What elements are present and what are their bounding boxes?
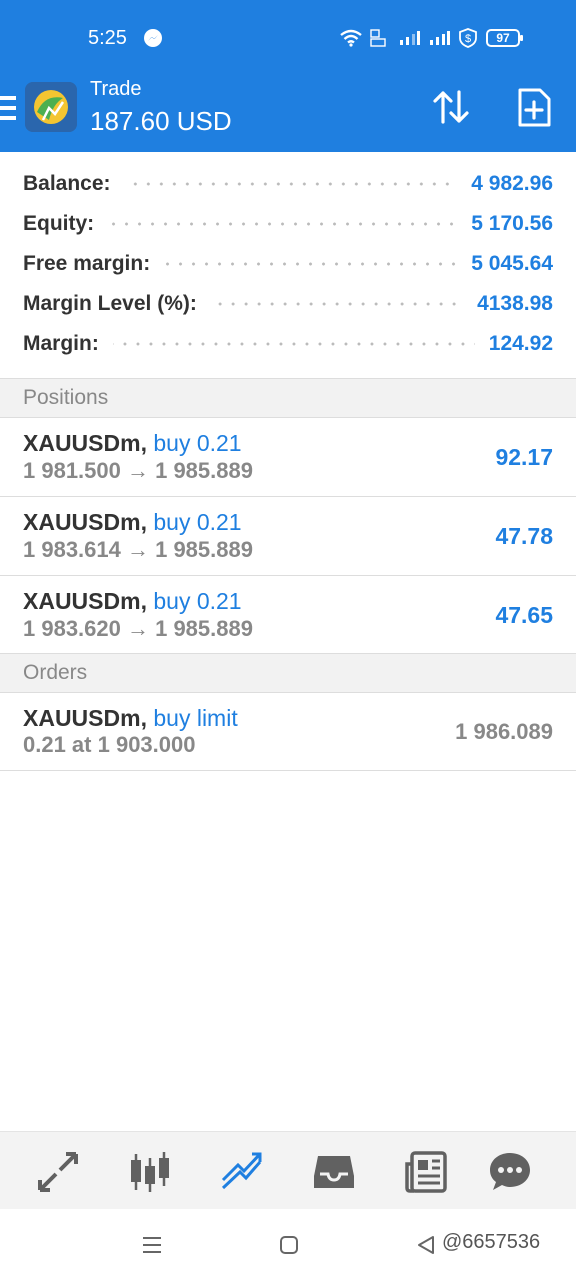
app-logo [25,82,77,132]
menu-icon[interactable] [0,96,16,120]
symbol-name: XAUUSDm, [23,430,147,456]
messages-icon[interactable] [488,1150,532,1194]
position-type: buy 0.21 [153,509,242,535]
home-icon[interactable] [279,1235,299,1255]
account-summary: Balance: 4 982.96 Equity: 5 170.56 Free … [0,152,576,378]
summary-value: 5 045.64 [471,252,553,275]
summary-row-margin: Margin: 124.92 [0,324,576,364]
orders-header: Orders [0,653,576,693]
history-icon[interactable] [312,1150,356,1194]
summary-value: 124.92 [488,332,553,355]
summary-label: Margin Level (%): [23,292,197,315]
position-profit: 47.65 [495,602,553,628]
symbol-name: XAUUSDm, [23,509,147,535]
dotted-leader [164,261,458,267]
bottom-nav [0,1131,576,1209]
symbol-name: XAUUSDm, [23,588,147,614]
position-symbol: XAUUSDm, buy 0.21 [23,588,242,615]
quotes-icon[interactable] [36,1150,80,1194]
summary-row-balance: Balance: 4 982.96 [0,164,576,204]
trade-icon[interactable] [220,1150,264,1194]
news-icon[interactable] [404,1150,448,1194]
sort-icon[interactable] [432,88,470,126]
status-bar: 5:25 $ 97 [0,0,576,76]
positions-header: Positions [0,378,576,418]
position-prices: 1 983.614 → 1 985.889 [23,537,253,562]
status-icons: $ 97 [340,28,523,48]
summary-label: Margin: [23,332,99,355]
summary-row-equity: Equity: 5 170.56 [0,204,576,244]
wifi-icon [340,29,362,47]
position-symbol: XAUUSDm, buy 0.21 [23,509,242,536]
signal-icon-1 [400,31,420,45]
dotted-leader [124,181,458,187]
position-profit: 92.17 [495,444,553,470]
position-prices: 1 981.500 → 1 985.889 [23,458,253,483]
volte-icon [370,29,386,47]
messenger-icon [144,29,162,47]
summary-label: Balance: [23,172,111,195]
order-current-price: 1 986.089 [455,719,553,744]
position-row[interactable]: XAUUSDm, buy 0.21 1 981.500 → 1 985.889 … [0,418,576,497]
svg-text:$: $ [465,33,471,45]
new-order-icon[interactable] [516,88,552,128]
dotted-leader [210,301,464,307]
recents-icon[interactable] [142,1235,162,1255]
back-icon[interactable] [416,1235,436,1255]
signal-icon-2 [430,31,450,45]
order-symbol: XAUUSDm, buy limit [23,705,238,732]
position-prices: 1 983.620 → 1 985.889 [23,616,253,641]
position-row[interactable]: XAUUSDm, buy 0.21 1 983.614 → 1 985.889 … [0,497,576,576]
position-symbol: XAUUSDm, buy 0.21 [23,430,242,457]
battery-icon: 97 [486,29,523,47]
position-row[interactable]: XAUUSDm, buy 0.21 1 983.620 → 1 985.889 … [0,576,576,655]
position-profit: 47.78 [495,523,553,549]
summary-label: Free margin: [23,252,151,275]
order-details: 0.21 at 1 903.000 [23,732,196,757]
summary-value: 5 170.56 [471,212,553,235]
status-time: 5:25 [88,27,127,49]
order-type: buy limit [153,705,238,731]
symbol-name: XAUUSDm, [23,705,147,731]
summary-row-margin-level: Margin Level (%): 4138.98 [0,284,576,324]
app-header: Trade 187.60 USD [0,76,576,152]
chart-icon[interactable] [128,1150,172,1194]
summary-value: 4 982.96 [471,172,553,195]
summary-row-free-margin: Free margin: 5 045.64 [0,244,576,284]
position-type: buy 0.21 [153,430,242,456]
shield-dollar-icon: $ [459,28,477,48]
watermark-text: @6657536 [442,1231,541,1253]
system-nav-bar: @6657536 [0,1209,576,1280]
order-row[interactable]: XAUUSDm, buy limit 0.21 at 1 903.000 1 9… [0,692,576,771]
dotted-leader [108,221,458,227]
summary-label: Equity: [23,212,95,235]
header-title: Trade [90,78,142,100]
position-type: buy 0.21 [153,588,242,614]
header-balance: 187.60 USD [90,106,232,136]
summary-value: 4138.98 [477,292,553,315]
dotted-leader [112,341,475,347]
